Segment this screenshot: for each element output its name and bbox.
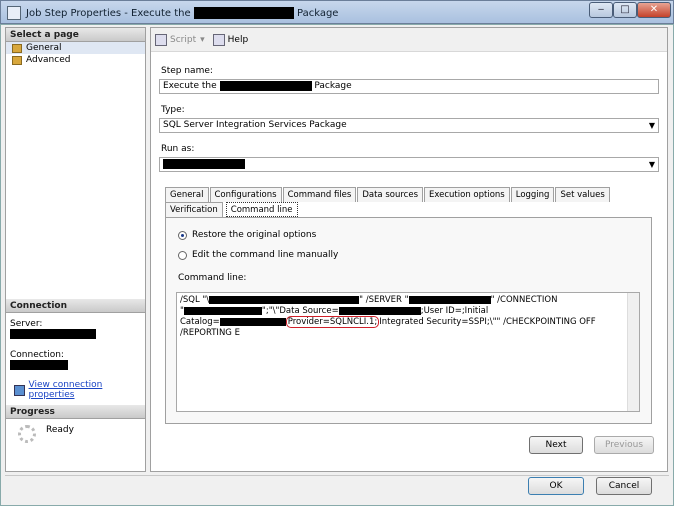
tab-general[interactable]: General — [165, 187, 209, 202]
minimize-button[interactable]: ‒ — [589, 2, 613, 18]
tab-execution-options[interactable]: Execution options — [424, 187, 510, 202]
chevron-down-icon: ▾ — [200, 34, 205, 45]
right-pane: Script ▾ Help Step name: Execute the Pac… — [150, 27, 668, 472]
type-label: Type: — [161, 105, 185, 115]
footer-divider — [5, 475, 669, 476]
page-item-advanced[interactable]: Advanced — [6, 54, 145, 66]
connection-label: Connection: — [10, 349, 64, 360]
redacted-text — [193, 7, 294, 19]
help-button[interactable]: Help — [212, 33, 248, 46]
run-as-label: Run as: — [161, 144, 195, 154]
provider-highlight: Provider=SQLNCLI.1; — [285, 316, 380, 328]
radio-selected-icon — [178, 230, 187, 240]
radio-unselected-icon — [178, 250, 187, 260]
redacted-text — [219, 317, 286, 326]
connection-properties-icon — [14, 384, 25, 396]
redacted-connection — [10, 359, 68, 370]
type-select[interactable]: SQL Server Integration Services Package … — [159, 118, 659, 133]
redacted-server — [10, 329, 96, 339]
close-button[interactable]: ✕ — [637, 2, 671, 18]
cancel-button[interactable]: Cancel — [596, 477, 652, 495]
redacted-text — [219, 80, 312, 91]
maximize-button[interactable]: □ — [613, 2, 637, 18]
tab-command-files[interactable]: Command files — [282, 187, 357, 202]
progress-spinner-icon — [18, 425, 36, 443]
previous-button[interactable]: Previous — [594, 436, 654, 454]
redacted-text — [209, 295, 360, 304]
window-title: Job Step Properties - Execute the Packag… — [26, 7, 339, 19]
step-name-input[interactable]: Execute the Package — [159, 79, 659, 94]
server-label: Server: — [10, 319, 43, 329]
step-name-label: Step name: — [161, 66, 213, 76]
tab-strip: General Configurations Command files Dat… — [165, 187, 655, 217]
restore-options-radio[interactable]: Restore the original options — [178, 230, 316, 240]
toolbar: Script ▾ Help — [151, 28, 667, 52]
redacted-text — [163, 158, 245, 169]
view-connection-properties-link[interactable]: View connection properties — [29, 380, 145, 400]
script-button[interactable]: Script ▾ — [155, 33, 205, 46]
tab-set-values[interactable]: Set values — [555, 187, 610, 202]
tab-logging[interactable]: Logging — [510, 187, 555, 202]
select-page-header: Select a page — [6, 28, 145, 42]
script-icon — [155, 33, 167, 46]
tab-verification[interactable]: Verification — [165, 202, 223, 217]
dropdown-arrow-icon: ▼ — [648, 160, 655, 169]
command-line-label: Command line: — [178, 273, 247, 283]
title-bar: Job Step Properties - Execute the Packag… — [0, 0, 674, 24]
tab-configurations[interactable]: Configurations — [209, 187, 282, 202]
next-button[interactable]: Next — [529, 436, 583, 454]
run-as-select[interactable]: ▼ — [159, 157, 659, 172]
redacted-text — [408, 295, 491, 304]
dropdown-arrow-icon: ▼ — [648, 121, 655, 130]
help-icon — [212, 33, 225, 46]
redacted-text — [338, 306, 421, 315]
tab-data-sources[interactable]: Data sources — [357, 187, 423, 202]
ok-button[interactable]: OK — [528, 477, 584, 495]
command-line-textbox[interactable]: /SQL "\ " /SERVER " " /CONNECTION " ";"\"Da… — [176, 292, 640, 412]
progress-header: Progress — [6, 405, 145, 419]
tab-command-line[interactable]: Command line — [225, 202, 298, 217]
left-pane: Select a page General Advanced Connectio… — [5, 27, 146, 472]
connection-header: Connection — [6, 299, 145, 313]
page-icon — [12, 55, 22, 65]
app-icon — [7, 6, 21, 20]
dialog-frame: Select a page General Advanced Connectio… — [0, 24, 674, 506]
progress-status: Ready — [46, 425, 74, 435]
edit-command-line-radio[interactable]: Edit the command line manually — [178, 250, 338, 260]
command-line-scrollbar[interactable] — [627, 293, 639, 411]
command-line-panel: Restore the original options Edit the co… — [165, 217, 652, 424]
redacted-text — [183, 306, 262, 315]
page-icon — [12, 43, 22, 53]
page-item-general[interactable]: General — [6, 42, 145, 54]
